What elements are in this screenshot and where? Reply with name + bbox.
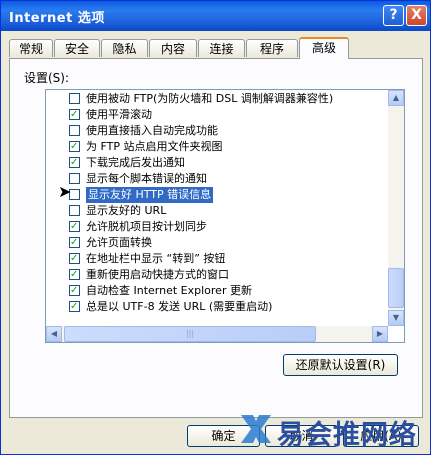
list-item-label: 显示友好 HTTP 错误信息 (86, 187, 214, 203)
checkbox[interactable] (69, 235, 80, 251)
restore-defaults-button[interactable]: 还原默认设置(R) (283, 354, 398, 376)
tab-general[interactable]: 常规 (9, 39, 53, 57)
checkbox[interactable] (69, 205, 80, 216)
watermark: 易会推网络 (239, 411, 429, 451)
checkbox[interactable] (69, 251, 80, 267)
list-item-label: 在地址栏中显示 “转到” 按钮 (86, 252, 226, 265)
tab-programs[interactable]: 程序 (246, 39, 298, 57)
title-bar[interactable]: Internet 选项 ? X (1, 1, 430, 31)
watermark-logo-icon (241, 415, 271, 443)
advanced-panel: 设置(S): 使用被动 FTP(为防火墙和 DSL 调制解调器兼容性) 使用平滑… (9, 58, 423, 418)
settings-label: 设置(S): (24, 71, 70, 85)
scroll-down-icon[interactable]: ▼ (388, 310, 404, 326)
help-button[interactable]: ? (383, 5, 404, 26)
list-item-label: 允许页面转换 (86, 236, 152, 249)
close-button[interactable]: X (406, 5, 427, 26)
checkbox[interactable] (69, 219, 80, 235)
settings-list[interactable]: 使用被动 FTP(为防火墙和 DSL 调制解调器兼容性) 使用平滑滚动 使用直接… (45, 89, 405, 343)
list-item-label: 显示友好的 URL (86, 204, 167, 217)
horizontal-scroll-thumb[interactable]: ||| (64, 326, 316, 342)
tab-connections[interactable]: 连接 (198, 39, 245, 57)
checkbox[interactable] (69, 125, 80, 136)
list-item-label: 自动检查 Internet Explorer 更新 (86, 284, 252, 297)
window-title: Internet 选项 (9, 11, 105, 26)
mouse-cursor-icon: ➤ (58, 182, 72, 201)
scroll-up-icon[interactable]: ▲ (388, 90, 404, 106)
list-item-label: 显示每个脚本错误的通知 (86, 172, 207, 185)
tab-advanced[interactable]: 高级 (299, 37, 349, 59)
list-item-label: 使用平滑滚动 (86, 108, 152, 121)
list-item-label: 重新使用启动快捷方式的窗口 (86, 268, 229, 281)
tab-content[interactable]: 内容 (149, 39, 197, 57)
list-item-label: 为 FTP 站点启用文件夹视图 (86, 140, 223, 153)
tab-security[interactable]: 安全 (54, 39, 100, 57)
scroll-right-icon[interactable]: ▶ (372, 326, 388, 342)
list-item-label: 总是以 UTF-8 发送 URL (需要重启动) (86, 300, 273, 313)
vertical-scrollbar[interactable]: ▲ ▼ (388, 90, 404, 326)
checkbox[interactable] (69, 283, 80, 299)
checkbox[interactable] (69, 299, 80, 315)
internet-options-window: Internet 选项 ? X 常规 安全 隐私 内容 连接 程序 高级 设置(… (0, 0, 431, 455)
checkbox[interactable] (69, 155, 80, 171)
list-item-label: 允许脱机项目按计划同步 (86, 220, 207, 233)
checkbox[interactable] (69, 93, 80, 104)
tab-privacy[interactable]: 隐私 (101, 39, 148, 57)
list-item-label: 下载完成后发出通知 (86, 156, 185, 169)
list-item-label: 使用被动 FTP(为防火墙和 DSL 调制解调器兼容性) (86, 92, 334, 105)
list-item-label: 使用直接插入自动完成功能 (86, 124, 218, 137)
checkbox[interactable] (69, 107, 80, 123)
scroll-left-icon[interactable]: ◀ (46, 326, 62, 342)
horizontal-scrollbar[interactable]: ◀ ||| ▶ (46, 326, 388, 342)
vertical-scroll-thumb[interactable] (388, 268, 404, 308)
checkbox[interactable] (69, 267, 80, 283)
watermark-text: 易会推网络 (277, 420, 417, 451)
checkbox[interactable] (69, 139, 80, 155)
